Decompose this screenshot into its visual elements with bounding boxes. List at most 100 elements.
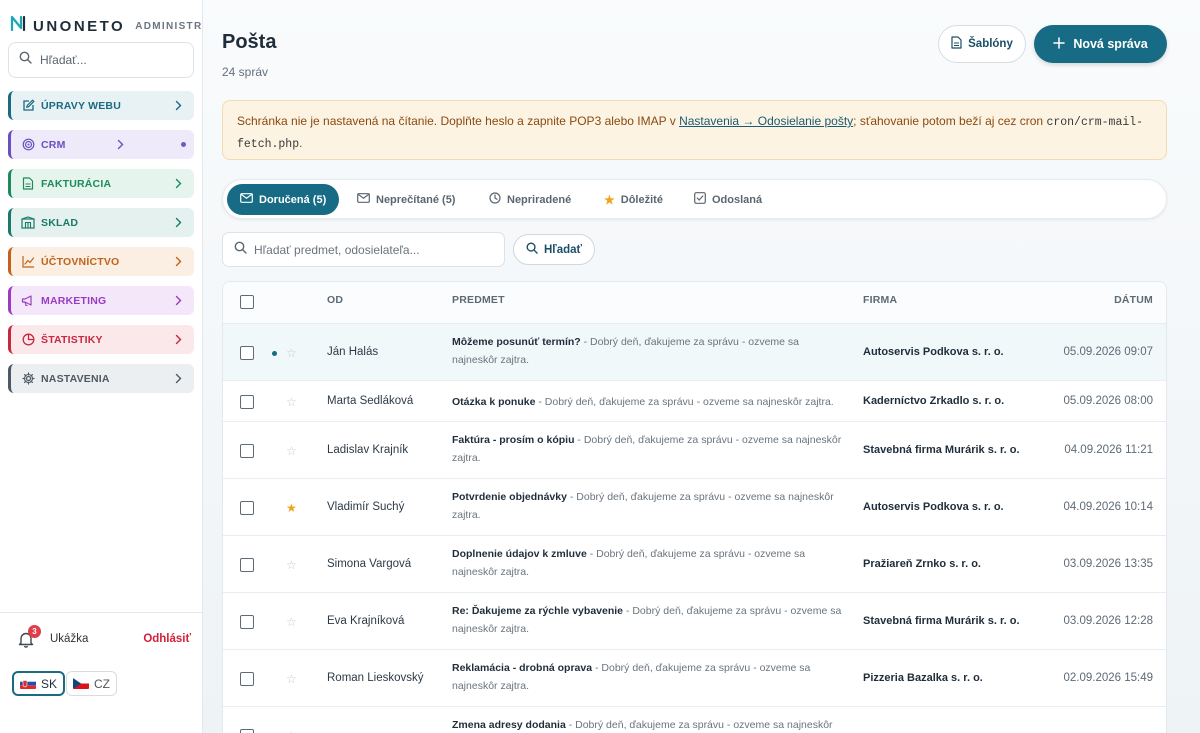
star-icon[interactable]: ☆ — [286, 347, 297, 359]
row-checkbox[interactable] — [240, 444, 254, 458]
star-icon[interactable]: ★ — [286, 502, 297, 514]
column-from[interactable]: OD — [327, 294, 343, 306]
chevron-right-icon — [175, 332, 182, 350]
page-title: Pošta — [222, 31, 277, 53]
row-subject: Re: Ďakujeme za rýchle vybavenie - Dobrý… — [452, 602, 842, 638]
warehouse-icon — [21, 216, 35, 230]
row-checkbox[interactable] — [240, 346, 254, 360]
row-company[interactable]: Stavebná firma Murárik s. r. o. — [863, 444, 1020, 456]
row-company[interactable]: Kaderníctvo Zrkadlo s. r. o. — [863, 395, 1004, 407]
sidebar-search — [8, 42, 194, 78]
star-icon[interactable]: ☆ — [286, 445, 297, 457]
row-checkbox[interactable] — [240, 501, 254, 515]
row-checkbox[interactable] — [240, 615, 254, 629]
mail-search — [222, 232, 505, 267]
chevron-right-icon — [175, 215, 182, 233]
star-icon: ★ — [604, 192, 615, 207]
table-row[interactable]: ☆ Roman Lieskovský Reklamácia - drobná opr… — [223, 650, 1166, 707]
row-company[interactable]: Autoservis Podkova s. r. o. — [863, 346, 1004, 358]
czech-flag-icon — [73, 678, 89, 689]
select-all-checkbox[interactable] — [240, 295, 254, 309]
sidebar-item-megaphone[interactable]: MARKETING — [8, 286, 194, 315]
row-company[interactable]: Pražiareň Zrnko s. r. o. — [863, 558, 981, 570]
notification-badge: 3 — [28, 625, 41, 638]
sidebar-item-gear[interactable]: NASTAVENIA — [8, 364, 194, 393]
row-subject-title: Otázka k ponuke — [452, 396, 536, 408]
sidebar-item-target[interactable]: CRM — [8, 130, 194, 159]
settings-link[interactable]: Nastavenia → Odosielanie pošty — [679, 114, 853, 128]
sidebar-item-warehouse[interactable]: SKLAD — [8, 208, 194, 237]
tab-label: Dôležité — [620, 193, 663, 206]
column-date[interactable]: DÁTUM — [1114, 294, 1153, 306]
clock-icon — [489, 192, 501, 207]
brand[interactable]: UNONETO ADMINISTR... — [10, 15, 215, 37]
column-company[interactable]: FIRMA — [863, 294, 897, 306]
row-subject-title: Re: Ďakujeme za rýchle vybavenie — [452, 605, 624, 617]
table-row[interactable]: ☆ Marta Sedláková Otázka k ponuke - Dobrý … — [223, 381, 1166, 422]
row-checkbox[interactable] — [240, 558, 254, 572]
row-subject-title: Faktúra - prosím o kópiu — [452, 434, 575, 446]
row-date: 04.09.2026 10:14 — [1063, 501, 1153, 513]
sidebar-item-label: FAKTURÁCIA — [41, 177, 112, 190]
lang-sk-button[interactable]: SK — [12, 671, 66, 696]
star-icon[interactable]: ☆ — [286, 396, 297, 408]
document-icon — [951, 36, 962, 52]
gear-icon — [21, 372, 35, 386]
column-subject[interactable]: PREDMET — [452, 294, 505, 306]
unread-dot — [272, 351, 277, 356]
alert-text: ; sťahovanie potom beží aj cez cron — [853, 114, 1047, 128]
row-subject-title: Zmena adresy dodania — [452, 719, 566, 731]
new-message-button[interactable]: Nová správa — [1034, 25, 1167, 63]
tab-unassigned[interactable]: Nepriradené — [476, 184, 584, 215]
tab-label: Odoslaná — [712, 193, 763, 206]
sidebar-item-label: ÚPRAVY WEBU — [41, 99, 121, 112]
logout-link[interactable]: Odhlásiť — [143, 633, 191, 645]
table-row[interactable]: ☆ Ladislav Krajník Faktúra - prosím o kópi… — [223, 422, 1166, 479]
table-row[interactable]: ☆ Simona Vargová Doplnenie údajov k zmluve… — [223, 536, 1166, 593]
lang-label: CZ — [94, 676, 110, 691]
plus-icon — [1053, 36, 1066, 52]
sidebar-item-label: MARKETING — [41, 294, 107, 307]
row-preview: - Dobrý deň, ďakujeme za správu - ozveme… — [535, 396, 834, 408]
sidebar-nav: ÚPRAVY WEBU CRM FAKTURÁCIA SKLAD ÚČTOVNÍCTVO… — [8, 91, 194, 403]
templates-button[interactable]: Šablóny — [938, 25, 1026, 63]
tab-sent[interactable]: Odoslaná — [681, 184, 775, 215]
row-subject-title: Potvrdenie objednávky — [452, 491, 567, 503]
row-subject-title: Doplnenie údajov k zmluve — [452, 548, 587, 560]
table-row[interactable]: ☆ Eva Krajníková Re: Ďakujeme za rýchle vy… — [223, 593, 1166, 650]
table-row[interactable]: ★ Vladimír Suchý Potvrdenie objednávky - D… — [223, 479, 1166, 536]
row-checkbox[interactable] — [240, 729, 254, 733]
row-company[interactable]: Stavebná firma Murárik s. r. o. — [863, 615, 1020, 627]
tab-important[interactable]: ★ Dôležité — [591, 184, 676, 215]
row-company[interactable]: Autoservis Podkova s. r. o. — [863, 501, 1004, 513]
new-message-label: Nová správa — [1073, 37, 1148, 51]
lang-cz-button[interactable]: CZ — [66, 671, 117, 696]
chart-line-icon — [21, 255, 35, 269]
sidebar-item-chart-line[interactable]: ÚČTOVNÍCTVO — [8, 247, 194, 276]
search-button[interactable]: Hľadať — [513, 234, 595, 265]
row-from: Ján Halás — [327, 346, 379, 358]
slovak-flag-icon — [20, 678, 36, 689]
table-row[interactable]: ☆Zmena adresy dodania - Dobrý deň, ďakuj… — [223, 707, 1166, 733]
sidebar-item-pie-chart[interactable]: ŠTATISTIKY — [8, 325, 194, 354]
sidebar-footer: 3 Ukážka Odhlásiť SK CZ — [0, 612, 203, 733]
table-row[interactable]: ☆ Ján Halás Môžeme posunúť termín? - Dobrý… — [223, 324, 1166, 381]
star-icon[interactable]: ☆ — [286, 559, 297, 571]
sidebar-item-invoice[interactable]: FAKTURÁCIA — [8, 169, 194, 198]
tab-unread[interactable]: Neprečítané (5) — [344, 184, 468, 215]
chevron-right-icon — [175, 176, 182, 194]
search-icon — [234, 241, 247, 259]
tab-inbox[interactable]: Doručená (5) — [227, 184, 340, 215]
sidebar-search-input[interactable] — [40, 53, 180, 67]
star-icon[interactable]: ☆ — [286, 673, 297, 685]
row-from: Simona Vargová — [327, 558, 412, 570]
star-icon[interactable]: ☆ — [286, 616, 297, 628]
mail-search-input[interactable] — [254, 242, 494, 257]
sidebar-item-edit[interactable]: ÚPRAVY WEBU — [8, 91, 194, 120]
row-subject: Reklamácia - drobná oprava - Dobrý deň, … — [452, 659, 842, 695]
row-company[interactable]: Pizzeria Bazalka s. r. o. — [863, 672, 983, 684]
chevron-right-icon — [175, 371, 182, 389]
row-checkbox[interactable] — [240, 395, 254, 409]
user-name[interactable]: Ukážka — [50, 633, 88, 645]
row-checkbox[interactable] — [240, 672, 254, 686]
